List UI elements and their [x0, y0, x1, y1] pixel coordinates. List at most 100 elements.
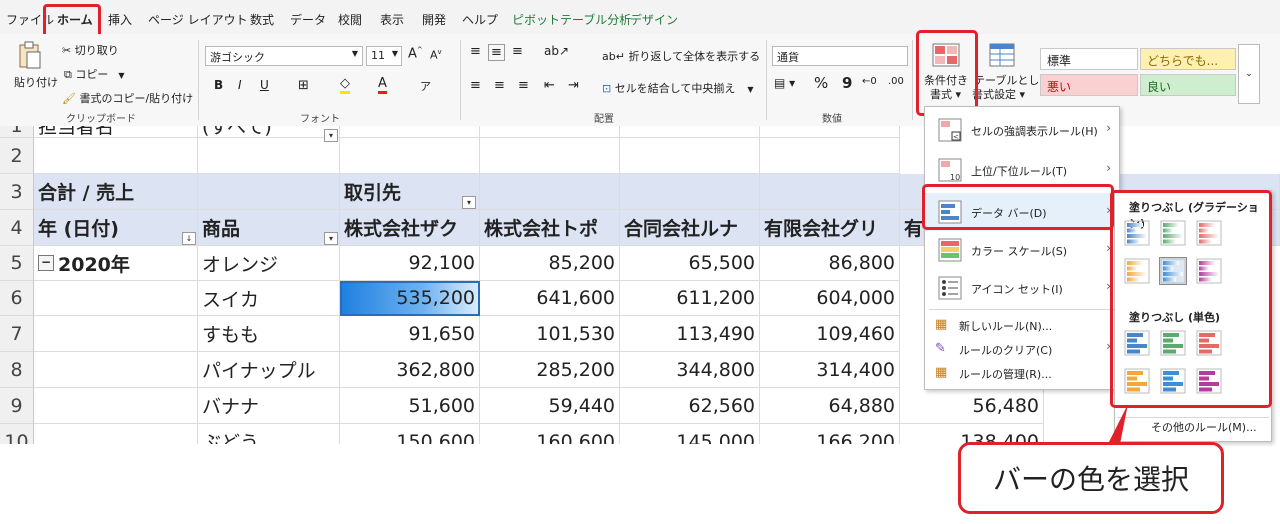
- cell[interactable]: [34, 388, 198, 424]
- cell[interactable]: [34, 316, 198, 352]
- format-as-table-button[interactable]: 書式設定 ▾: [972, 86, 1025, 102]
- cell[interactable]: [34, 138, 198, 174]
- value-cell[interactable]: 285,200: [480, 352, 620, 388]
- value-cell[interactable]: 85,200: [480, 246, 620, 281]
- value-cell[interactable]: 51,600: [340, 388, 480, 424]
- product-cell[interactable]: ぶどう: [198, 424, 340, 444]
- selected-cell-databar[interactable]: 535,200: [340, 281, 480, 316]
- row-header[interactable]: 1: [0, 126, 34, 138]
- value-cell[interactable]: 145,000: [620, 424, 760, 444]
- border-icon[interactable]: ⊞: [298, 78, 309, 93]
- tab-design[interactable]: デザイン: [630, 11, 678, 28]
- accounting-icon[interactable]: ▤ ▾: [774, 76, 795, 90]
- wrap-text-button[interactable]: ab↵ 折り返して全体を表示する: [602, 48, 760, 64]
- sort-filter-icon[interactable]: ↓: [182, 232, 196, 245]
- percent-button[interactable]: %: [814, 74, 828, 92]
- menu-item-icon-set[interactable]: アイコン セット(I) ›: [925, 269, 1119, 307]
- value-cell[interactable]: 138,400: [900, 424, 1044, 444]
- tab-help[interactable]: ヘルプ: [462, 11, 498, 28]
- row-header[interactable]: 8: [0, 352, 34, 388]
- value-cell[interactable]: 611,200: [620, 281, 760, 316]
- pivot-values-label[interactable]: 合計 / 売上: [34, 174, 198, 210]
- pivot-row-label-year[interactable]: 年 (日付): [34, 210, 198, 246]
- column-header-cell[interactable]: 株式会社ザク: [340, 210, 480, 246]
- value-cell[interactable]: 59,440: [480, 388, 620, 424]
- menu-item-new-rule[interactable]: ▦ 新しいルール(N)...: [925, 313, 1119, 337]
- tab-review[interactable]: 校閲: [338, 11, 362, 28]
- styles-more-button[interactable]: ⌄: [1238, 44, 1260, 104]
- product-cell[interactable]: バナナ: [198, 388, 340, 424]
- row-header[interactable]: 10: [0, 424, 34, 444]
- tab-developer[interactable]: 開発: [422, 11, 446, 28]
- value-cell[interactable]: 56,480: [900, 388, 1044, 424]
- tab-formulas[interactable]: 数式: [250, 11, 274, 28]
- value-cell[interactable]: 604,000: [760, 281, 900, 316]
- row-header[interactable]: 2: [0, 138, 34, 174]
- tab-page-layout[interactable]: ページ レイアウト: [148, 11, 248, 28]
- product-cell[interactable]: オレンジ: [198, 246, 340, 281]
- value-cell[interactable]: 113,490: [620, 316, 760, 352]
- style-bad[interactable]: 悪い: [1040, 74, 1138, 96]
- menu-item-clear-rules[interactable]: ✎ ルールのクリア(C) ›: [925, 337, 1119, 361]
- format-as-table-icon[interactable]: [986, 40, 1018, 70]
- style-normal[interactable]: 標準: [1040, 48, 1138, 70]
- decrease-indent-icon[interactable]: ⇤: [544, 78, 555, 93]
- increase-decimal-icon[interactable]: ←0: [862, 76, 877, 87]
- tab-pivot-analyze[interactable]: ピボットテーブル分析: [512, 11, 631, 28]
- value-cell[interactable]: 101,530: [480, 316, 620, 352]
- row-header[interactable]: 9: [0, 388, 34, 424]
- row-header[interactable]: 5: [0, 246, 34, 281]
- more-rules-item[interactable]: その他のルール(M)...: [1151, 419, 1257, 435]
- cell[interactable]: [480, 126, 620, 138]
- paste-icon[interactable]: [16, 40, 44, 70]
- cell[interactable]: [34, 352, 198, 388]
- paste-button[interactable]: 貼り付け: [14, 74, 58, 90]
- tab-data[interactable]: データ: [290, 11, 326, 28]
- font-size-select[interactable]: 11 ▼: [366, 46, 402, 66]
- year-group-cell[interactable]: −2020年: [34, 246, 198, 281]
- menu-item-highlight-rules[interactable]: < セルの強調表示ルール(H) ›: [925, 111, 1119, 149]
- value-cell[interactable]: 166,200: [760, 424, 900, 444]
- row-header[interactable]: 6: [0, 281, 34, 316]
- underline-button[interactable]: U: [260, 78, 269, 92]
- product-cell[interactable]: スイカ: [198, 281, 340, 316]
- tab-insert[interactable]: 挿入: [108, 11, 132, 28]
- cell[interactable]: [340, 126, 480, 138]
- align-bottom-icon[interactable]: ≡: [512, 44, 523, 59]
- filter-dropdown-icon[interactable]: ▾: [324, 232, 338, 245]
- align-top-icon[interactable]: ≡: [470, 44, 481, 59]
- align-center-icon[interactable]: ≡: [494, 78, 505, 93]
- fill-color-icon[interactable]: ◇: [340, 76, 350, 94]
- pivot-row-label-product[interactable]: 商品: [198, 210, 340, 246]
- bold-button[interactable]: B: [214, 78, 223, 92]
- decrease-decimal-icon[interactable]: .00: [888, 76, 904, 87]
- shrink-font-icon[interactable]: Av: [430, 48, 442, 62]
- align-right-icon[interactable]: ≡: [518, 78, 529, 93]
- pivot-column-label[interactable]: 取引先: [340, 174, 480, 210]
- value-cell[interactable]: 65,500: [620, 246, 760, 281]
- cell[interactable]: [480, 138, 620, 174]
- row-header[interactable]: 3: [0, 174, 34, 210]
- cell[interactable]: [620, 126, 760, 138]
- value-cell[interactable]: 150,600: [340, 424, 480, 444]
- value-cell[interactable]: 641,600: [480, 281, 620, 316]
- value-cell[interactable]: 86,800: [760, 246, 900, 281]
- style-good[interactable]: 良い: [1140, 74, 1236, 96]
- cell[interactable]: [620, 174, 760, 210]
- style-neutral[interactable]: どちらでも...: [1140, 48, 1236, 70]
- increase-indent-icon[interactable]: ⇥: [568, 78, 579, 93]
- cell[interactable]: [480, 174, 620, 210]
- orientation-icon[interactable]: ab↗: [544, 44, 569, 58]
- value-cell[interactable]: 109,460: [760, 316, 900, 352]
- column-header-cell[interactable]: 合同会社ルナ: [620, 210, 760, 246]
- align-left-icon[interactable]: ≡: [470, 78, 481, 93]
- italic-button[interactable]: I: [238, 78, 242, 92]
- grow-font-icon[interactable]: A^: [408, 46, 423, 61]
- copy-button[interactable]: ⧉ コピー ▼: [64, 66, 125, 82]
- menu-item-manage-rules[interactable]: ▦ ルールの管理(R)...: [925, 361, 1119, 385]
- collapse-icon[interactable]: −: [38, 255, 54, 271]
- value-cell[interactable]: 160,600: [480, 424, 620, 444]
- cell[interactable]: [340, 138, 480, 174]
- product-cell[interactable]: すもも: [198, 316, 340, 352]
- cell[interactable]: [620, 138, 760, 174]
